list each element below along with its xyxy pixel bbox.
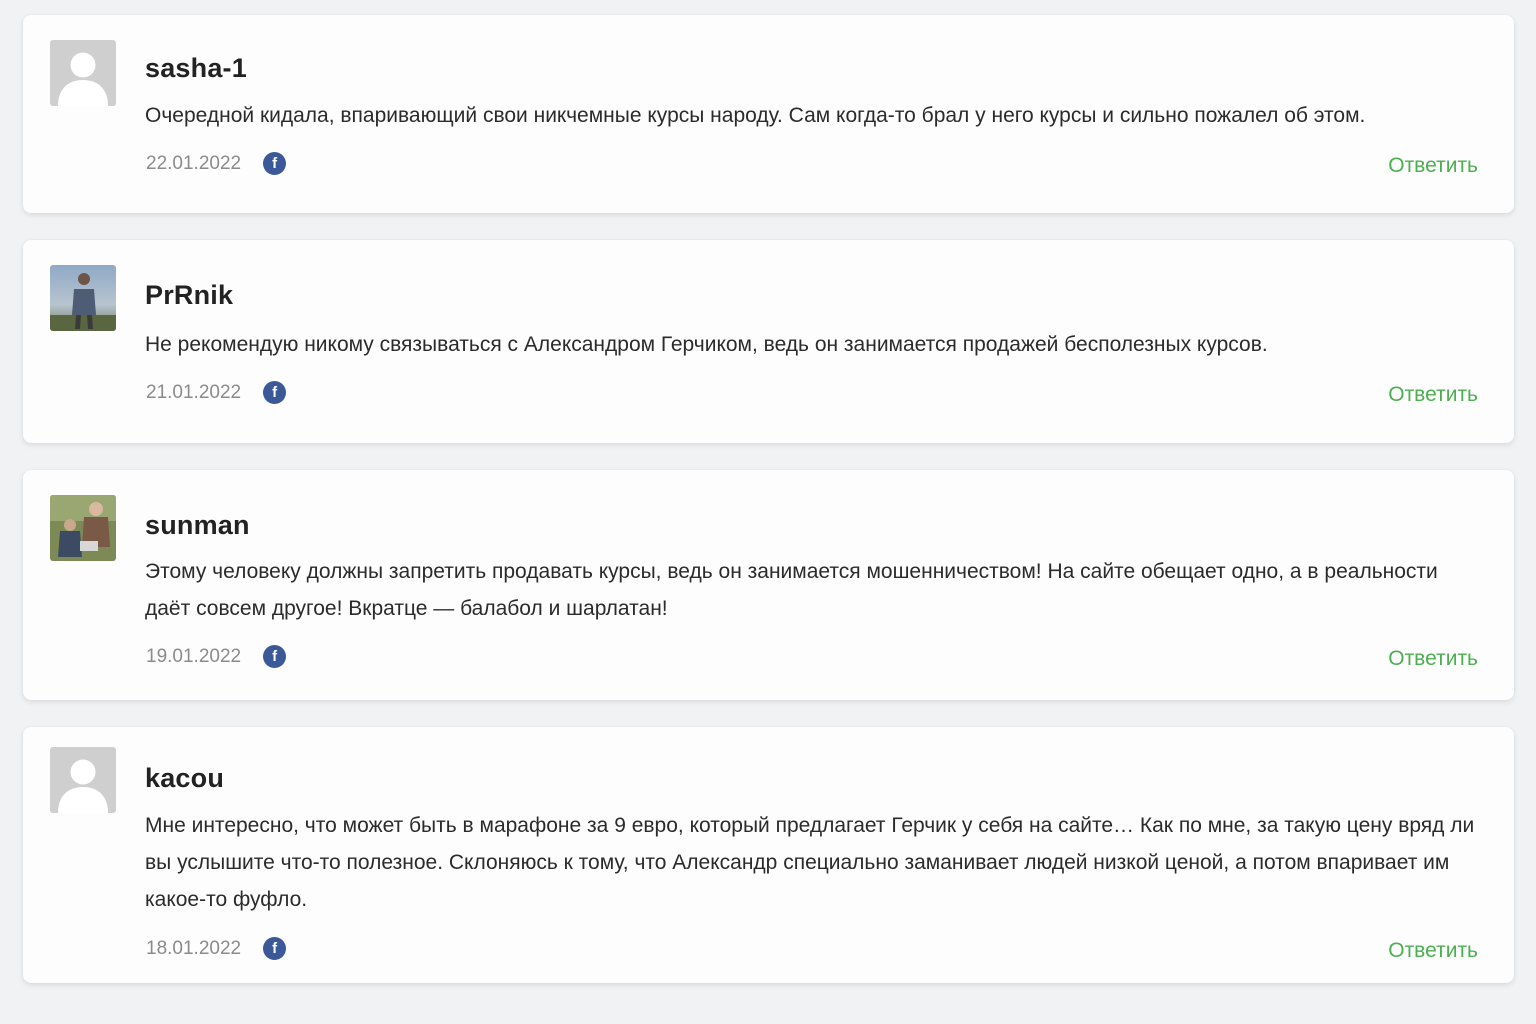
comment-meta: 21.01.2022 f: [146, 381, 287, 404]
comment-author[interactable]: sasha-1: [145, 53, 247, 84]
comment-text: Очередной кидала, впаривающий свои никче…: [145, 104, 1366, 127]
comment-date: 19.01.2022: [146, 645, 242, 667]
default-avatar-icon: [50, 40, 116, 106]
facebook-icon[interactable]: f: [263, 152, 287, 175]
facebook-icon[interactable]: f: [263, 645, 287, 668]
comment-meta: 22.01.2022 f: [146, 152, 287, 175]
comment-meta: 19.01.2022 f: [146, 645, 287, 668]
comment-card: kacou Мне интересно, что может быть в ма…: [23, 727, 1514, 983]
comment-date: 22.01.2022: [146, 152, 242, 174]
comment-list: sasha-1 Очередной кидала, впаривающий св…: [23, 15, 1514, 1010]
reply-button[interactable]: Ответить: [1388, 154, 1478, 178]
user-photo-icon: [50, 265, 116, 331]
facebook-icon[interactable]: f: [263, 937, 287, 960]
comment-author[interactable]: PrRnik: [145, 280, 233, 311]
reply-button[interactable]: Ответить: [1388, 939, 1478, 963]
comment-text: Этому человеку должны запретить продават…: [145, 560, 1438, 620]
comment-author[interactable]: kacou: [145, 763, 224, 794]
comment-text: Не рекомендую никому связываться с Алекс…: [145, 333, 1268, 356]
reply-button[interactable]: Ответить: [1388, 647, 1478, 671]
default-avatar-icon: [50, 747, 116, 813]
comment-text: Мне интересно, что может быть в марафоне…: [145, 814, 1475, 911]
comment-date: 21.01.2022: [146, 381, 242, 403]
comment-card: sasha-1 Очередной кидала, впаривающий св…: [23, 15, 1514, 213]
comment-card: sunman Этому человеку должны запретить п…: [23, 470, 1514, 700]
comment-card: PrRnik Не рекомендую никому связываться …: [23, 240, 1514, 443]
comment-date: 18.01.2022: [146, 937, 242, 959]
reply-button[interactable]: Ответить: [1388, 383, 1478, 407]
facebook-icon[interactable]: f: [263, 381, 287, 404]
comment-meta: 18.01.2022 f: [146, 937, 287, 960]
comment-author[interactable]: sunman: [145, 510, 250, 541]
user-photo-icon: [50, 495, 116, 561]
